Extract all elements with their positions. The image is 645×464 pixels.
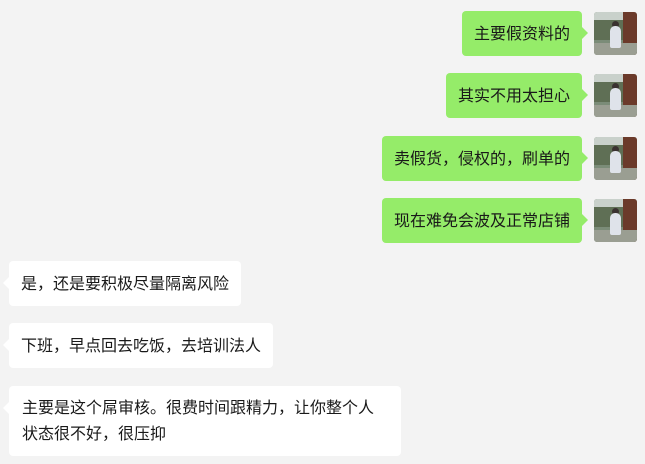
message-row: 其实不用太担心 [0, 73, 645, 118]
message-row: 卖假货，侵权的，刷单的 [0, 136, 645, 181]
self-message-bubble[interactable]: 卖假货，侵权的，刷单的 [381, 136, 589, 181]
message-text: 卖假货，侵权的，刷单的 [393, 149, 570, 168]
self-avatar[interactable] [594, 137, 637, 180]
message-text: 现在难免会波及正常店铺 [393, 211, 570, 230]
message-text: 是，还是要积极尽量隔离风险 [21, 274, 230, 293]
self-avatar[interactable] [594, 12, 637, 55]
chat-message-list[interactable]: 主要假资料的 其实不用太担心 卖假货，侵权的，刷单的 现在难免会波及正常店铺 是… [0, 0, 645, 464]
message-text: 主要假资料的 [473, 24, 570, 43]
message-row: 是，还是要积极尽量隔离风险 [0, 261, 645, 306]
self-message-bubble[interactable]: 主要假资料的 [461, 11, 589, 56]
message-text: 主要是这个屌审核。很费时间跟精力，让你整个人状态很不好，很压抑 [22, 398, 375, 443]
other-message-bubble[interactable]: 是，还是要积极尽量隔离风险 [2, 261, 242, 306]
message-row: 下班，早点回去吃饭，去培训法人 [0, 323, 645, 368]
self-message-bubble[interactable]: 其实不用太担心 [445, 73, 589, 118]
message-row: 主要是这个屌审核。很费时间跟精力，让你整个人状态很不好，很压抑 [0, 386, 645, 456]
message-row: 现在难免会波及正常店铺 [0, 198, 645, 243]
message-text: 下班，早点回去吃饭，去培训法人 [21, 336, 262, 355]
message-text: 其实不用太担心 [457, 86, 570, 105]
self-avatar[interactable] [594, 74, 637, 117]
self-avatar[interactable] [594, 199, 637, 242]
message-row: 主要假资料的 [0, 11, 645, 56]
other-message-bubble[interactable]: 主要是这个屌审核。很费时间跟精力，让你整个人状态很不好，很压抑 [3, 386, 401, 456]
other-message-bubble[interactable]: 下班，早点回去吃饭，去培训法人 [2, 323, 274, 368]
self-message-bubble[interactable]: 现在难免会波及正常店铺 [381, 198, 589, 243]
